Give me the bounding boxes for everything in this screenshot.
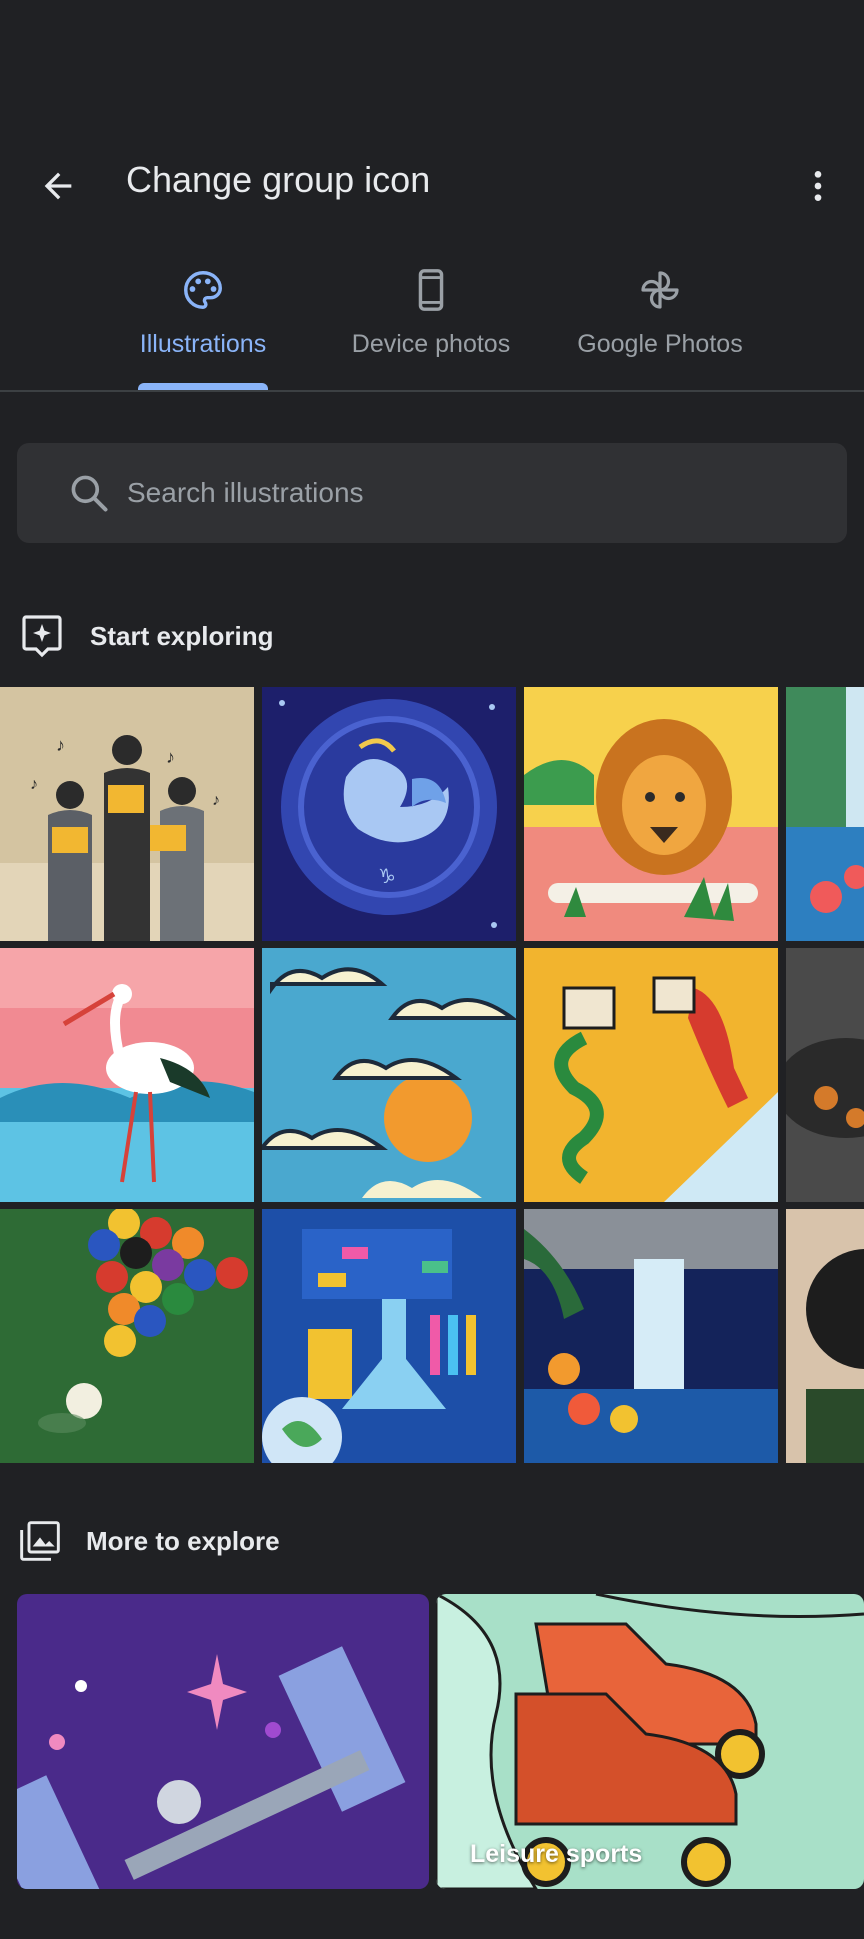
explore-card-label-leisure-sports: Leisure sports [470,1840,643,1868]
app-bar: Change group icon [0,140,864,220]
tab-illustrations-label: Illustrations [139,330,267,358]
explore-card-space-station[interactable] [17,1594,429,1889]
illustration-lion[interactable] [524,687,778,941]
back-button[interactable] [30,158,86,214]
active-tab-indicator [138,383,268,390]
svg-text:♪: ♪ [56,735,65,755]
illustration-waterfall[interactable] [524,1209,778,1463]
illustration-portrait[interactable] [786,1209,864,1463]
illustration-cooking[interactable] [786,948,864,1202]
tab-google-photos-label: Google Photos [577,330,743,358]
illustration-stork[interactable] [0,948,254,1202]
illustration-grid: ♪ ♪ ♪ ♪ ♑ [0,687,864,1463]
photo-library-icon [20,1521,60,1561]
tab-bar: Illustrations Device photos Google Photo… [0,250,864,392]
palette-icon [184,271,222,309]
tab-device-photos-label: Device photos [351,330,511,358]
svg-text:♑: ♑ [378,866,396,888]
explore-cards: Leisure sports [17,1594,864,1889]
illustration-clouds-sun[interactable] [262,948,516,1202]
section-more-to-explore-label: More to explore [86,1525,280,1556]
svg-text:♪: ♪ [212,792,220,809]
sparkle-box-icon [22,615,62,658]
illustration-billiards[interactable] [0,1209,254,1463]
illustration-coast[interactable] [786,687,864,941]
illustration-laboratory[interactable] [262,1209,516,1463]
search-bar[interactable] [17,443,847,543]
page-title: Change group icon [126,159,431,200]
search-icon [71,475,108,512]
tab-device-photos[interactable]: Device photos [338,250,524,390]
explore-card-leisure-sports[interactable]: Leisure sports [436,1594,864,1889]
section-more-to-explore: More to explore [18,1513,280,1569]
svg-text:♪: ♪ [30,776,38,793]
illustration-choir[interactable]: ♪ ♪ ♪ ♪ [0,687,254,941]
tab-illustrations[interactable]: Illustrations [113,250,293,390]
search-input[interactable] [127,463,807,523]
pinwheel-icon [641,271,679,309]
section-start-exploring: Start exploring [18,608,273,664]
illustration-capricorn[interactable]: ♑ [262,687,516,941]
more-options-button[interactable] [790,158,846,214]
svg-text:♪: ♪ [166,747,175,767]
section-start-exploring-label: Start exploring [90,620,274,651]
tab-google-photos[interactable]: Google Photos [565,250,755,390]
arrow-left-icon [44,172,72,200]
illustration-water-park[interactable] [524,948,778,1202]
smartphone-icon [418,269,444,311]
more-vert-icon [814,171,822,201]
